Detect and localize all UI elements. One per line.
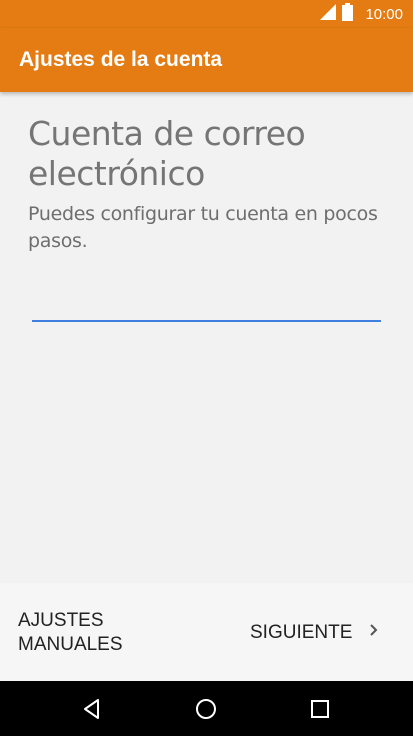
navigation-bar xyxy=(0,681,413,736)
recents-icon[interactable] xyxy=(304,693,336,725)
manual-settings-label: AJUSTES MANUALES xyxy=(18,610,123,655)
next-button[interactable]: SIGUIENTE xyxy=(240,613,400,653)
signal-icon xyxy=(320,3,337,25)
battery-icon xyxy=(342,2,354,26)
status-icons: 10:00 xyxy=(320,0,403,28)
app-bar: Ajustes de la cuenta xyxy=(0,28,413,92)
home-icon[interactable] xyxy=(190,693,222,725)
page-description: Puedes configurar tu cuenta en pocos pas… xyxy=(28,203,378,252)
chevron-right-icon xyxy=(368,622,380,644)
bottom-action-bar: AJUSTES MANUALES SIGUIENTE xyxy=(0,583,413,681)
page-title: Cuenta de correo electrónico xyxy=(28,114,306,193)
manual-settings-button[interactable]: AJUSTES MANUALES xyxy=(18,609,178,657)
email-input[interactable] xyxy=(32,290,381,322)
status-bar: 10:00 xyxy=(0,0,413,28)
next-label: SIGUIENTE xyxy=(250,622,353,643)
back-icon[interactable] xyxy=(76,693,108,725)
status-time: 10:00 xyxy=(365,5,403,23)
app-title: Ajustes de la cuenta xyxy=(19,48,223,71)
